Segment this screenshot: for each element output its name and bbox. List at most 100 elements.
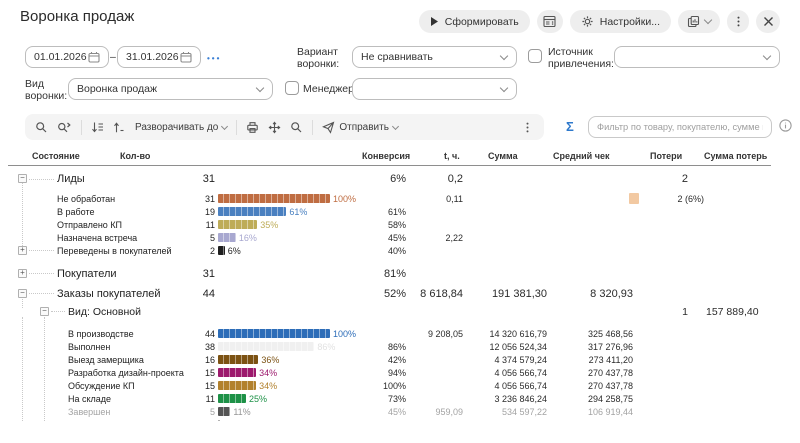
col-header-state: Состояние: [32, 151, 80, 161]
count-value: 5: [190, 407, 215, 417]
grid-body: −Лиды316%0,22 Не обработан31100%0,112 (6%…: [0, 166, 800, 421]
source-select[interactable]: [614, 46, 780, 68]
bar-percent-label: 25%: [249, 394, 267, 404]
search-button[interactable]: [35, 121, 48, 134]
count-bar-cell: 36%: [218, 355, 362, 365]
count-value: 11: [190, 394, 215, 404]
collapse-rows-button[interactable]: [113, 121, 126, 134]
funnel-row[interactable]: Разработка дизайн-проекта1534%94%4 056 5…: [0, 366, 800, 379]
avg-check-value: 270 437,78: [547, 368, 633, 378]
funnel-row[interactable]: Отменен12%25%: [0, 418, 800, 421]
search-next-button[interactable]: [57, 121, 72, 134]
count-bar: [218, 342, 314, 351]
funnel-row[interactable]: −Вид: Основной1157 889,40: [0, 303, 800, 321]
funnel-row[interactable]: Выезд замерщика1636%42%4 374 579,24273 4…: [0, 353, 800, 366]
conversion-value: 94%: [362, 368, 406, 378]
col-header-time: t, ч.: [444, 151, 460, 161]
report-structure-button[interactable]: [537, 10, 563, 33]
funnel-row[interactable]: +Покупатели3181%: [0, 265, 800, 283]
expand-rows-button[interactable]: [91, 121, 104, 134]
collapse-node-toggle[interactable]: −: [18, 174, 27, 183]
chevron-down-icon: [500, 52, 508, 60]
state-label: В работе: [0, 207, 190, 217]
avg-check-value: 325 468,56: [547, 329, 633, 339]
count-bar-cell: 61%: [218, 207, 362, 217]
time-value: 8 618,84: [406, 288, 463, 300]
zoom-button[interactable]: [290, 121, 303, 134]
funnel-row[interactable]: +Переведены в покупателей26%40%: [0, 244, 800, 257]
loss-value: 2: [633, 173, 706, 185]
period-from-input[interactable]: 01.01.2026: [25, 46, 109, 68]
period-more-link[interactable]: •••: [207, 54, 221, 63]
funnel-row[interactable]: В производстве44100%9 208,0514 320 616,7…: [0, 327, 800, 340]
expand-node-toggle[interactable]: +: [18, 269, 27, 278]
funnel-row[interactable]: −Лиды316%0,22: [0, 170, 800, 188]
sigma-totals-indicator[interactable]: Σ: [566, 119, 574, 134]
toolbar-more-button[interactable]: [521, 121, 534, 134]
funnel-row[interactable]: −Заказы покупателей4452%8 618,84191 381,…: [0, 285, 800, 303]
loss-sum-value: 157 889,40: [706, 306, 757, 318]
count-bar: [218, 246, 225, 255]
manager-checkbox[interactable]: [285, 81, 299, 95]
more-button[interactable]: [727, 10, 749, 33]
funnel-kind-select[interactable]: Воронка продаж: [68, 78, 273, 100]
collapse-node-toggle[interactable]: −: [18, 289, 27, 298]
close-button[interactable]: [756, 10, 780, 33]
funnel-row[interactable]: Завершен511%45%959,09534 597,22106 919,4…: [0, 405, 800, 418]
funnel-row[interactable]: В работе1961%61%: [0, 205, 800, 218]
collapse-node-toggle[interactable]: −: [40, 307, 49, 316]
period-dash: –: [110, 51, 116, 63]
settings-button[interactable]: Настройки...: [570, 10, 671, 33]
avg-check-value: 270 437,78: [547, 381, 633, 391]
state-label: Выезд замерщика: [0, 355, 190, 365]
sum-value: 14 320 616,79: [463, 329, 547, 339]
conversion-value: 45%: [362, 407, 406, 417]
funnel-row[interactable]: Не обработан31100%0,112 (6%): [0, 192, 800, 205]
variant-select[interactable]: Не сравнивать: [352, 46, 517, 68]
generate-button[interactable]: Сформировать: [419, 10, 530, 33]
conversion-value: 81%: [362, 268, 406, 280]
manager-select[interactable]: [352, 78, 517, 100]
col-header-count: Кол-во: [120, 151, 150, 161]
report-variants-button[interactable]: [678, 10, 720, 33]
filters-row-2: Видворонки: Воронка продаж Менеджер:: [0, 78, 800, 104]
funnel-row[interactable]: Назначена встреча516%45%2,22: [0, 231, 800, 244]
col-header-avg-check: Средний чек: [553, 151, 609, 161]
filter-input[interactable]: [588, 116, 772, 138]
count-value: 11: [190, 220, 215, 230]
avg-check-value: 273 411,20: [547, 355, 633, 365]
period-to-input[interactable]: 31.01.2026: [117, 46, 201, 68]
count-bar: [218, 355, 258, 364]
count-value: 31: [190, 268, 215, 280]
count-bar-cell: 34%: [218, 368, 362, 378]
calendar-icon[interactable]: [88, 51, 100, 63]
send-button[interactable]: Отправить: [322, 121, 398, 134]
expand-node-toggle[interactable]: +: [18, 246, 27, 255]
page-title: Воронка продаж: [20, 8, 134, 25]
fit-width-button[interactable]: [268, 121, 281, 134]
conversion-value: 40%: [362, 246, 406, 256]
state-label: Заказы покупателей: [0, 288, 190, 300]
play-icon: [430, 17, 439, 26]
calendar-icon[interactable]: [180, 51, 192, 63]
funnel-row[interactable]: Обсуждение КП1534%100%4 056 566,74270 43…: [0, 379, 800, 392]
source-checkbox[interactable]: [528, 49, 542, 63]
count-bar-cell: 100%: [218, 329, 362, 339]
avg-check-value: 8 320,93: [547, 288, 633, 300]
bar-percent-label: 100%: [333, 329, 356, 339]
sum-value: 4 374 579,24: [463, 355, 547, 365]
state-label: Завершен: [0, 407, 190, 417]
send-icon: [322, 121, 335, 134]
bar-percent-label: 2%: [223, 420, 236, 422]
state-label: Отменен: [0, 420, 190, 422]
conversion-value: 42%: [362, 355, 406, 365]
print-button[interactable]: [246, 121, 259, 134]
funnel-row[interactable]: На складе1125%73%3 236 846,24294 258,75: [0, 392, 800, 405]
info-icon[interactable]: [779, 119, 792, 132]
sum-value: 534 597,22: [463, 407, 547, 417]
funnel-row[interactable]: Отправлено КП1135%58%: [0, 218, 800, 231]
funnel-row[interactable]: Выполнен3886%86%12 056 524,34317 276,96: [0, 340, 800, 353]
expand-to-button[interactable]: Разворачивать до: [135, 122, 227, 133]
count-bar-cell: 100%: [218, 194, 362, 204]
bar-percent-label: 36%: [261, 355, 279, 365]
